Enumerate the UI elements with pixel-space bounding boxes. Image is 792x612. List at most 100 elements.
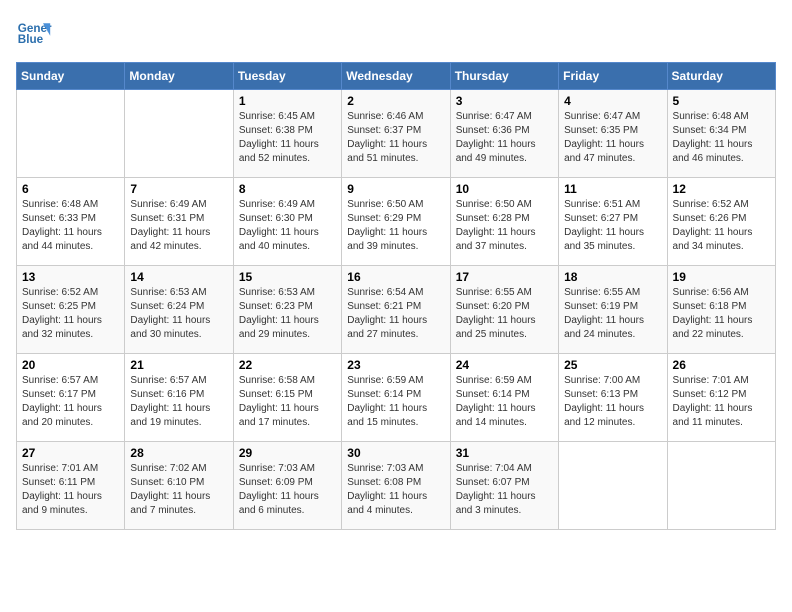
day-detail: Sunrise: 6:47 AM Sunset: 6:35 PM Dayligh… <box>564 110 661 166</box>
day-detail: Sunrise: 7:00 AM Sunset: 6:13 PM Dayligh… <box>564 374 661 430</box>
calendar-week-3: 13 Sunrise: 6:52 AM Sunset: 6:25 PM Dayli… <box>17 266 776 354</box>
day-detail: Sunrise: 6:56 AM Sunset: 6:18 PM Dayligh… <box>673 286 770 342</box>
calendar-cell: 27 Sunrise: 7:01 AM Sunset: 6:11 PM Dayli… <box>17 442 125 530</box>
day-detail: Sunrise: 7:02 AM Sunset: 6:10 PM Dayligh… <box>130 462 227 518</box>
page-header: General Blue <box>16 16 776 52</box>
day-number: 10 <box>456 182 553 196</box>
day-detail: Sunrise: 6:57 AM Sunset: 6:17 PM Dayligh… <box>22 374 119 430</box>
calendar-cell: 12 Sunrise: 6:52 AM Sunset: 6:26 PM Dayli… <box>667 178 775 266</box>
calendar-cell <box>125 90 233 178</box>
day-number: 3 <box>456 94 553 108</box>
calendar-cell: 21Sunrise: 6:57 AM Sunset: 6:16 PM Dayli… <box>125 354 233 442</box>
day-number: 28 <box>130 446 227 460</box>
calendar-cell: 6Sunrise: 6:48 AM Sunset: 6:33 PM Daylig… <box>17 178 125 266</box>
calendar-cell: 25 Sunrise: 7:00 AM Sunset: 6:13 PM Dayli… <box>559 354 667 442</box>
day-detail: Sunrise: 6:52 AM Sunset: 6:25 PM Dayligh… <box>22 286 119 342</box>
day-number: 1 <box>239 94 336 108</box>
day-number: 5 <box>673 94 770 108</box>
day-number: 14 <box>130 270 227 284</box>
col-header-wednesday: Wednesday <box>342 63 450 90</box>
calendar-cell: 2 Sunrise: 6:46 AM Sunset: 6:37 PM Daylig… <box>342 90 450 178</box>
col-header-saturday: Saturday <box>667 63 775 90</box>
day-number: 13 <box>22 270 119 284</box>
day-number: 4 <box>564 94 661 108</box>
calendar-cell <box>667 442 775 530</box>
day-detail: Sunrise: 6:50 AM Sunset: 6:29 PM Dayligh… <box>347 198 444 254</box>
day-detail: Sunrise: 7:01 AM Sunset: 6:11 PM Dayligh… <box>22 462 119 518</box>
day-detail: Sunrise: 6:55 AM Sunset: 6:20 PM Dayligh… <box>456 286 553 342</box>
calendar-header-row: SundayMondayTuesdayWednesdayThursdayFrid… <box>17 63 776 90</box>
calendar-week-5: 27 Sunrise: 7:01 AM Sunset: 6:11 PM Dayli… <box>17 442 776 530</box>
calendar-cell: 3 Sunrise: 6:47 AM Sunset: 6:36 PM Daylig… <box>450 90 558 178</box>
day-number: 30 <box>347 446 444 460</box>
calendar-cell: 19 Sunrise: 6:56 AM Sunset: 6:18 PM Dayli… <box>667 266 775 354</box>
day-number: 22 <box>239 358 336 372</box>
day-number: 8 <box>239 182 336 196</box>
calendar-week-4: 20Sunrise: 6:57 AM Sunset: 6:17 PM Dayli… <box>17 354 776 442</box>
day-number: 9 <box>347 182 444 196</box>
logo: General Blue <box>16 16 52 52</box>
day-detail: Sunrise: 6:59 AM Sunset: 6:14 PM Dayligh… <box>347 374 444 430</box>
calendar-cell: 29 Sunrise: 7:03 AM Sunset: 6:09 PM Dayli… <box>233 442 341 530</box>
col-header-monday: Monday <box>125 63 233 90</box>
day-number: 29 <box>239 446 336 460</box>
day-detail: Sunrise: 7:04 AM Sunset: 6:07 PM Dayligh… <box>456 462 553 518</box>
day-detail: Sunrise: 7:03 AM Sunset: 6:09 PM Dayligh… <box>239 462 336 518</box>
day-detail: Sunrise: 6:55 AM Sunset: 6:19 PM Dayligh… <box>564 286 661 342</box>
day-number: 7 <box>130 182 227 196</box>
day-detail: Sunrise: 6:47 AM Sunset: 6:36 PM Dayligh… <box>456 110 553 166</box>
day-number: 26 <box>673 358 770 372</box>
day-detail: Sunrise: 6:51 AM Sunset: 6:27 PM Dayligh… <box>564 198 661 254</box>
calendar-cell: 4 Sunrise: 6:47 AM Sunset: 6:35 PM Daylig… <box>559 90 667 178</box>
calendar-cell: 20Sunrise: 6:57 AM Sunset: 6:17 PM Dayli… <box>17 354 125 442</box>
calendar-cell <box>17 90 125 178</box>
calendar-cell: 15 Sunrise: 6:53 AM Sunset: 6:23 PM Dayli… <box>233 266 341 354</box>
day-number: 18 <box>564 270 661 284</box>
calendar-cell: 14 Sunrise: 6:53 AM Sunset: 6:24 PM Dayli… <box>125 266 233 354</box>
calendar-cell: 30 Sunrise: 7:03 AM Sunset: 6:08 PM Dayli… <box>342 442 450 530</box>
calendar-cell: 28 Sunrise: 7:02 AM Sunset: 6:10 PM Dayli… <box>125 442 233 530</box>
calendar-table: SundayMondayTuesdayWednesdayThursdayFrid… <box>16 62 776 530</box>
calendar-cell: 7 Sunrise: 6:49 AM Sunset: 6:31 PM Daylig… <box>125 178 233 266</box>
day-number: 6 <box>22 182 119 196</box>
calendar-cell: 8Sunrise: 6:49 AM Sunset: 6:30 PM Daylig… <box>233 178 341 266</box>
day-number: 27 <box>22 446 119 460</box>
day-number: 25 <box>564 358 661 372</box>
day-number: 15 <box>239 270 336 284</box>
day-detail: Sunrise: 6:57 AM Sunset: 6:16 PM Dayligh… <box>130 374 227 430</box>
calendar-cell: 31 Sunrise: 7:04 AM Sunset: 6:07 PM Dayli… <box>450 442 558 530</box>
day-detail: Sunrise: 6:49 AM Sunset: 6:31 PM Dayligh… <box>130 198 227 254</box>
day-detail: Sunrise: 7:01 AM Sunset: 6:12 PM Dayligh… <box>673 374 770 430</box>
day-detail: Sunrise: 6:53 AM Sunset: 6:23 PM Dayligh… <box>239 286 336 342</box>
day-detail: Sunrise: 7:03 AM Sunset: 6:08 PM Dayligh… <box>347 462 444 518</box>
calendar-cell: 5 Sunrise: 6:48 AM Sunset: 6:34 PM Daylig… <box>667 90 775 178</box>
calendar-cell: 22Sunrise: 6:58 AM Sunset: 6:15 PM Dayli… <box>233 354 341 442</box>
calendar-cell: 1Sunrise: 6:45 AM Sunset: 6:38 PM Daylig… <box>233 90 341 178</box>
day-detail: Sunrise: 6:46 AM Sunset: 6:37 PM Dayligh… <box>347 110 444 166</box>
day-number: 2 <box>347 94 444 108</box>
day-detail: Sunrise: 6:50 AM Sunset: 6:28 PM Dayligh… <box>456 198 553 254</box>
calendar-cell: 17Sunrise: 6:55 AM Sunset: 6:20 PM Dayli… <box>450 266 558 354</box>
calendar-cell <box>559 442 667 530</box>
calendar-week-1: 1Sunrise: 6:45 AM Sunset: 6:38 PM Daylig… <box>17 90 776 178</box>
day-number: 19 <box>673 270 770 284</box>
day-number: 23 <box>347 358 444 372</box>
calendar-cell: 13 Sunrise: 6:52 AM Sunset: 6:25 PM Dayli… <box>17 266 125 354</box>
calendar-cell: 18 Sunrise: 6:55 AM Sunset: 6:19 PM Dayli… <box>559 266 667 354</box>
calendar-cell: 11 Sunrise: 6:51 AM Sunset: 6:27 PM Dayli… <box>559 178 667 266</box>
calendar-cell: 26 Sunrise: 7:01 AM Sunset: 6:12 PM Dayli… <box>667 354 775 442</box>
calendar-week-2: 6Sunrise: 6:48 AM Sunset: 6:33 PM Daylig… <box>17 178 776 266</box>
day-detail: Sunrise: 6:59 AM Sunset: 6:14 PM Dayligh… <box>456 374 553 430</box>
day-detail: Sunrise: 6:52 AM Sunset: 6:26 PM Dayligh… <box>673 198 770 254</box>
calendar-cell: 10 Sunrise: 6:50 AM Sunset: 6:28 PM Dayli… <box>450 178 558 266</box>
col-header-sunday: Sunday <box>17 63 125 90</box>
day-detail: Sunrise: 6:54 AM Sunset: 6:21 PM Dayligh… <box>347 286 444 342</box>
day-detail: Sunrise: 6:48 AM Sunset: 6:34 PM Dayligh… <box>673 110 770 166</box>
day-number: 11 <box>564 182 661 196</box>
day-detail: Sunrise: 6:53 AM Sunset: 6:24 PM Dayligh… <box>130 286 227 342</box>
day-number: 12 <box>673 182 770 196</box>
col-header-tuesday: Tuesday <box>233 63 341 90</box>
calendar-cell: 9 Sunrise: 6:50 AM Sunset: 6:29 PM Daylig… <box>342 178 450 266</box>
day-number: 31 <box>456 446 553 460</box>
day-number: 16 <box>347 270 444 284</box>
